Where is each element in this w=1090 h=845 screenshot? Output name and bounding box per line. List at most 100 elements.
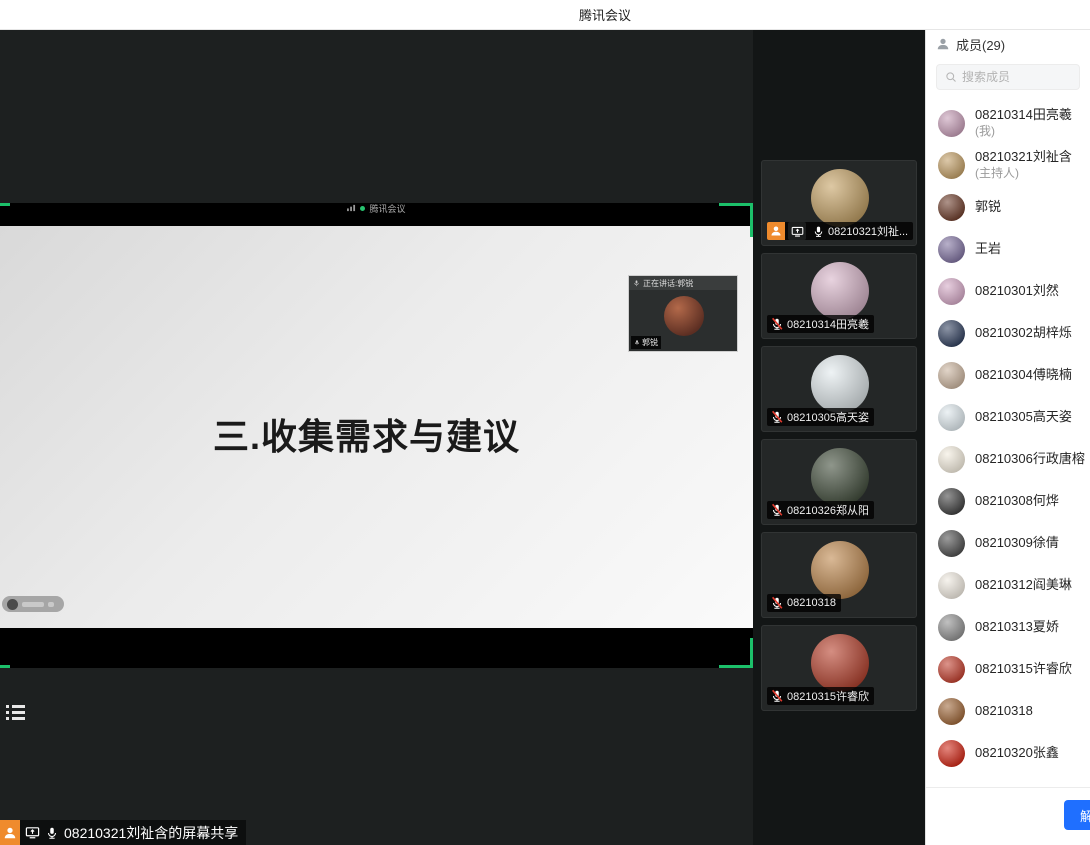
avatar xyxy=(938,698,965,725)
share-border-corner xyxy=(719,203,753,237)
signal-bars-icon xyxy=(347,204,356,212)
member-row[interactable]: 08210315许睿欣 xyxy=(926,648,1090,690)
member-role: (主持人) xyxy=(975,166,1072,181)
share-border-corner xyxy=(719,638,753,668)
video-tile[interactable]: 08210318 xyxy=(761,532,917,618)
avatar xyxy=(938,236,965,263)
mic-muted-wrap xyxy=(767,317,784,331)
member-list: 08210314田亮羲 (我) 08210321刘祉含 (主持人) 郭锐 王岩 … xyxy=(926,98,1090,774)
screen-share-banner: 08210321刘祉含的屏幕共享 xyxy=(0,820,246,845)
mic-muted-wrap xyxy=(767,503,784,517)
participant-name: 08210314田亮羲 xyxy=(787,316,869,332)
share-border-edge xyxy=(0,665,10,668)
mic-muted-wrap xyxy=(767,596,784,610)
member-row[interactable]: 08210320张鑫 xyxy=(926,732,1090,774)
mic-muted-wrap xyxy=(767,689,784,703)
video-tile[interactable]: 08210321刘祉... xyxy=(761,160,917,246)
mic-icon xyxy=(633,279,640,287)
mic-icon xyxy=(812,225,825,238)
member-name: 08210308何烨 xyxy=(975,493,1059,509)
member-name: 08210309徐倩 xyxy=(975,535,1059,551)
person-icon xyxy=(3,826,17,840)
mic-muted-icon xyxy=(770,317,784,331)
presenter-badge xyxy=(0,820,20,845)
participant-name: 08210315许睿欣 xyxy=(787,688,869,704)
member-search-input[interactable] xyxy=(962,70,1062,84)
avatar xyxy=(938,404,965,431)
member-row[interactable]: 08210321刘祉含 (主持人) xyxy=(926,144,1090,186)
avatar xyxy=(811,355,869,413)
avatar xyxy=(938,278,965,305)
agenda-list-button[interactable] xyxy=(2,698,30,726)
members-title: 成员(29) xyxy=(956,35,1005,54)
member-name: 08210320张鑫 xyxy=(975,745,1059,761)
avatar xyxy=(938,446,965,473)
shared-window: 腾讯会议 三.收集需求与建议 xyxy=(0,203,753,668)
video-tile[interactable]: 08210314田亮羲 xyxy=(761,253,917,339)
unmute-all-button[interactable]: 解除全体静音 xyxy=(1064,800,1090,830)
avatar xyxy=(938,530,965,557)
member-row[interactable]: 08210318 xyxy=(926,690,1090,732)
speaking-video: 郭锐 xyxy=(629,290,737,351)
mic-muted-icon xyxy=(770,410,784,424)
tile-name-bar: 08210318 xyxy=(767,594,841,612)
member-row[interactable]: 08210302胡梓烁 xyxy=(926,312,1090,354)
search-icon xyxy=(945,71,957,83)
avatar xyxy=(938,152,965,179)
participant-name: 08210326郑从阳 xyxy=(787,502,869,518)
mic-muted-icon xyxy=(770,689,784,703)
person-icon xyxy=(770,225,782,237)
avatar xyxy=(938,656,965,683)
person-icon xyxy=(936,37,950,51)
floating-toolbar[interactable] xyxy=(2,596,64,612)
status-dot xyxy=(360,206,365,211)
avatar xyxy=(811,169,869,227)
avatar xyxy=(811,262,869,320)
mic-muted-wrap xyxy=(767,410,784,424)
member-row[interactable]: 08210314田亮羲 (我) xyxy=(926,102,1090,144)
tile-name-bar: 08210321刘祉... xyxy=(767,222,913,240)
member-row[interactable]: 郭锐 xyxy=(926,186,1090,228)
speaking-mini-window[interactable]: 正在讲话:郭锐 郭锐 xyxy=(628,275,738,352)
member-name: 08210301刘然 xyxy=(975,283,1059,299)
member-row[interactable]: 08210305高天姿 xyxy=(926,396,1090,438)
member-name: 08210305高天姿 xyxy=(975,409,1072,425)
avatar xyxy=(938,320,965,347)
member-row[interactable]: 08210304傅晓楠 xyxy=(926,354,1090,396)
window-titlebar: 腾讯会议 xyxy=(0,0,1090,30)
member-name: 08210304傅晓楠 xyxy=(975,367,1072,383)
member-search-box[interactable] xyxy=(936,64,1080,90)
video-tile[interactable]: 08210326郑从阳 xyxy=(761,439,917,525)
shared-window-title: 腾讯会议 xyxy=(369,202,405,215)
presenter-badge xyxy=(767,222,785,240)
window-title: 腾讯会议 xyxy=(579,5,631,24)
video-tile[interactable]: 08210305高天姿 xyxy=(761,346,917,432)
speaking-text: 正在讲话:郭锐 xyxy=(643,278,693,289)
video-tile[interactable]: 08210315许睿欣 xyxy=(761,625,917,711)
member-row[interactable]: 08210306行政唐榕 xyxy=(926,438,1090,480)
member-name: 08210306行政唐榕 xyxy=(975,451,1085,467)
avatar xyxy=(811,634,869,692)
participant-name: 08210318 xyxy=(787,597,836,609)
tile-name-bar: 08210326郑从阳 xyxy=(767,501,874,519)
member-name: 08210312阎美琳 xyxy=(975,577,1072,593)
member-row[interactable]: 王岩 xyxy=(926,228,1090,270)
member-name: 王岩 xyxy=(975,241,1001,257)
member-row[interactable]: 08210312阎美琳 xyxy=(926,564,1090,606)
speaker-name-chip: 郭锐 xyxy=(631,336,661,349)
mic-muted-icon xyxy=(770,596,784,610)
member-row[interactable]: 08210301刘然 xyxy=(926,270,1090,312)
meeting-window: 腾讯会议 腾讯会议 三.收集需求与建议 xyxy=(0,0,1090,845)
member-name: 08210321刘祉含 xyxy=(975,149,1072,165)
avatar xyxy=(938,614,965,641)
member-name: 08210313夏娇 xyxy=(975,619,1059,635)
member-row[interactable]: 08210309徐倩 xyxy=(926,522,1090,564)
mic-on-wrap xyxy=(809,225,825,238)
speaking-header: 正在讲话:郭锐 xyxy=(629,276,737,290)
member-row[interactable]: 08210308何烨 xyxy=(926,480,1090,522)
avatar xyxy=(811,541,869,599)
mic-muted-icon xyxy=(770,503,784,517)
share-border-edge xyxy=(0,203,10,206)
tile-name-bar: 08210305高天姿 xyxy=(767,408,874,426)
member-row[interactable]: 08210313夏娇 xyxy=(926,606,1090,648)
